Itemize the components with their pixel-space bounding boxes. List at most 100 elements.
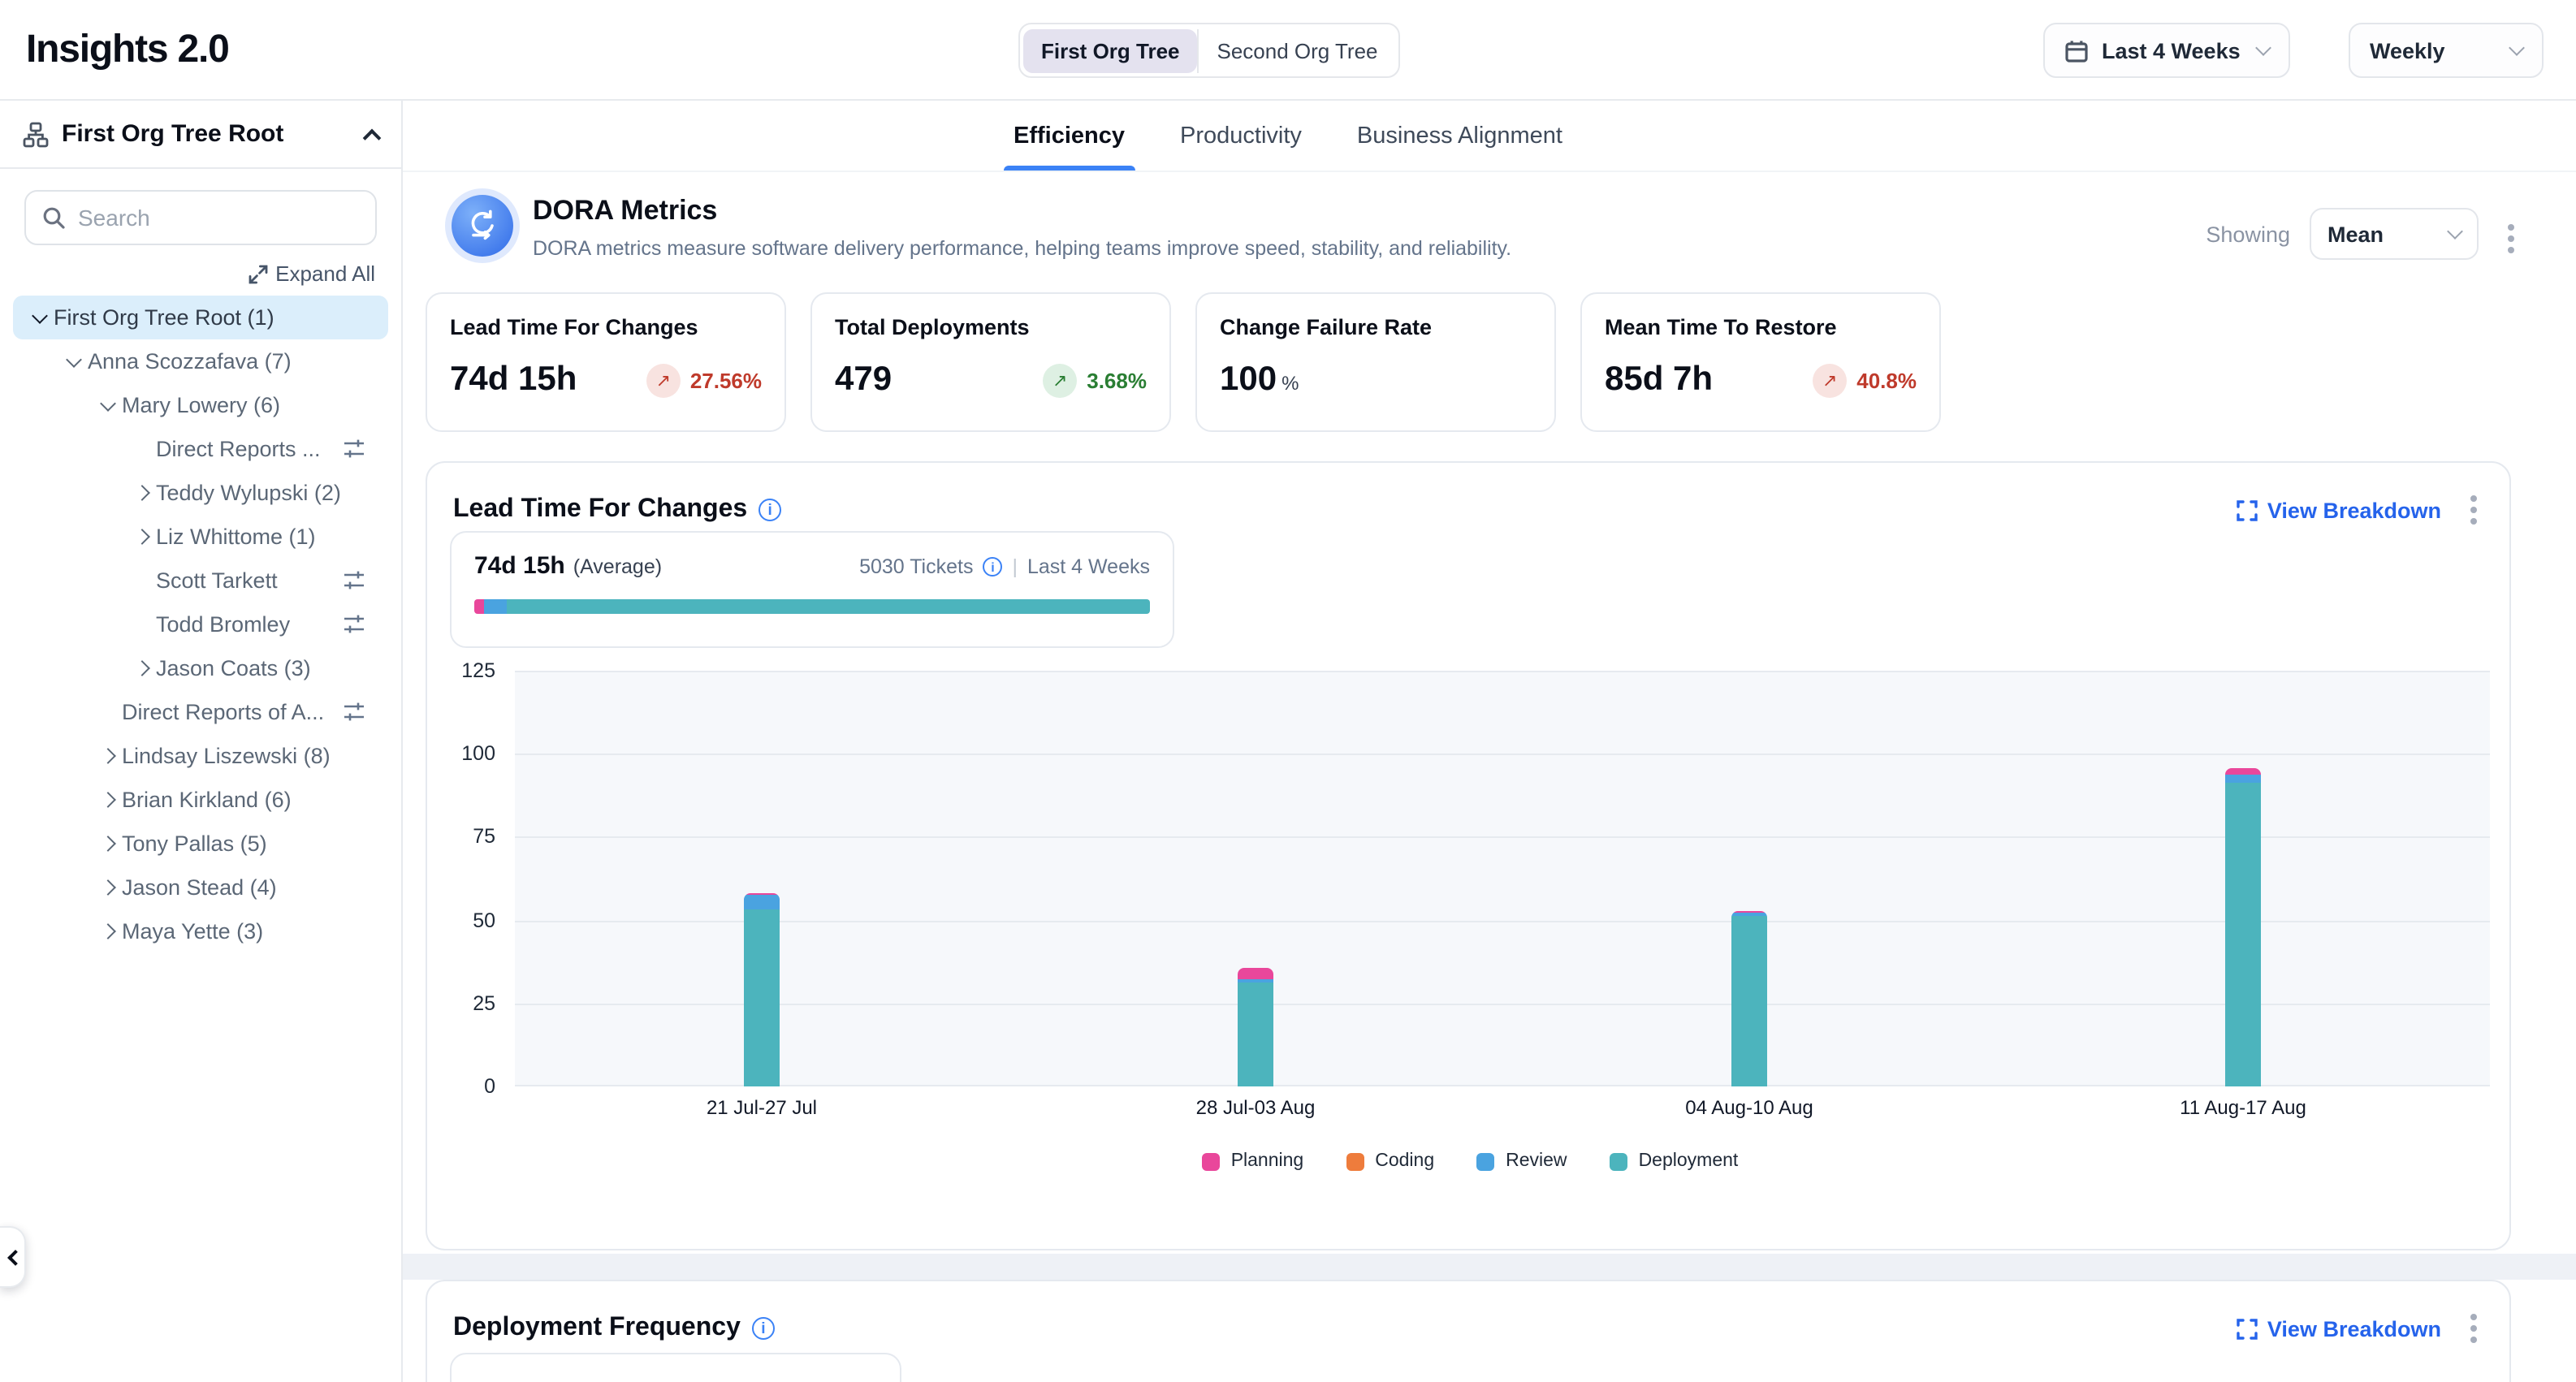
chevron-down-icon <box>2509 40 2525 56</box>
info-icon[interactable]: i <box>983 557 1002 577</box>
metric-card: Mean Time To Restore 85d 7h ↗ 40.8% <box>1580 292 1941 432</box>
x-tick-label: 04 Aug-10 Aug <box>1502 1096 1996 1119</box>
search-input[interactable] <box>78 205 338 231</box>
deployment-summary-card <box>450 1353 901 1382</box>
dora-menu-button[interactable] <box>2501 218 2521 260</box>
tree-item-label: Brian Kirkland (6) <box>122 788 292 812</box>
tree-item[interactable]: Direct Reports of A... <box>13 690 388 734</box>
tree-item[interactable]: Direct Reports ... <box>13 427 388 471</box>
summary-range: Last 4 Weeks <box>1027 555 1150 578</box>
legend-swatch <box>1610 1152 1627 1170</box>
tree-chevron-icon[interactable] <box>128 531 156 542</box>
lead-time-menu-button[interactable] <box>2464 489 2483 531</box>
legend-swatch <box>1346 1152 1364 1170</box>
aggregation-select[interactable]: Mean <box>2310 208 2479 260</box>
trend-badge: ↗ 27.56% <box>646 363 762 397</box>
view-breakdown-link[interactable]: View Breakdown <box>2237 498 2441 522</box>
view-breakdown-link[interactable]: View Breakdown <box>2237 1316 2441 1341</box>
deployment-frequency-title: Deployment Frequency <box>453 1314 741 1343</box>
filters-icon[interactable] <box>343 570 365 591</box>
metric-card: Lead Time For Changes 74d 15h ↗ 27.56% <box>426 292 786 432</box>
info-icon[interactable]: i <box>752 1317 775 1340</box>
tree-chevron-icon[interactable] <box>94 882 122 893</box>
bar-segment-deployment <box>1731 916 1767 1086</box>
bar-group <box>1502 671 1996 1086</box>
tree-chevron-icon[interactable] <box>26 313 54 322</box>
org-tree: First Org Tree Root (1) Anna Scozzafava … <box>0 296 401 953</box>
lead-time-title: Lead Time For Changes <box>453 495 747 525</box>
tree-item[interactable]: Teddy Wylupski (2) <box>13 471 388 515</box>
legend-item-review[interactable]: Review <box>1476 1151 1567 1171</box>
section-gap <box>403 1254 2576 1280</box>
tree-item[interactable]: Todd Bromley <box>13 602 388 646</box>
legend-item-deployment[interactable]: Deployment <box>1610 1151 1739 1171</box>
tree-item[interactable]: First Org Tree Root (1) <box>13 296 388 339</box>
tree-item[interactable]: Maya Yette (3) <box>13 909 388 953</box>
metric-title: Lead Time For Changes <box>450 315 762 339</box>
tab[interactable]: Business Alignment <box>1357 101 1562 171</box>
deployment-menu-button[interactable] <box>2464 1307 2483 1350</box>
filters-icon[interactable] <box>343 438 365 460</box>
tree-item[interactable]: Mary Lowery (6) <box>13 383 388 427</box>
tree-item[interactable]: Liz Whittome (1) <box>13 515 388 559</box>
expand-all-label: Expand All <box>275 261 375 286</box>
aggregation-value: Mean <box>2327 222 2384 246</box>
stacked-bar <box>1238 969 1273 1086</box>
trend-delta: 27.56% <box>690 368 762 392</box>
bar-segment-planning <box>2225 768 2261 774</box>
x-tick-label: 28 Jul-03 Aug <box>1009 1096 1502 1119</box>
granularity-select[interactable]: Weekly <box>2349 23 2544 78</box>
tab[interactable]: Efficiency <box>1014 101 1125 171</box>
org-tree-toggle: First Org Tree Second Org Tree <box>1018 23 1401 78</box>
tree-item[interactable]: Anna Scozzafava (7) <box>13 339 388 383</box>
tree-item-label: Scott Tarkett <box>156 568 278 593</box>
tree-chevron-icon[interactable] <box>94 838 122 849</box>
metric-tabs: Efficiency Productivity Business Alignme… <box>403 101 2576 172</box>
trend-badge: ↗ 3.68% <box>1043 363 1147 397</box>
y-tick-label: 125 <box>427 659 495 682</box>
tree-chevron-icon[interactable] <box>94 794 122 805</box>
tree-chevron-icon[interactable] <box>128 663 156 674</box>
filters-icon[interactable] <box>343 702 365 723</box>
stacked-bar <box>744 892 780 1086</box>
tree-item[interactable]: Jason Stead (4) <box>13 866 388 909</box>
tree-chevron-icon[interactable] <box>94 926 122 937</box>
tree-chevron-icon[interactable] <box>128 487 156 499</box>
bar-segment-review <box>744 896 780 910</box>
separator: | <box>1012 555 1018 578</box>
tree-item[interactable]: Lindsay Liszewski (8) <box>13 734 388 778</box>
org-tree-sidebar: First Org Tree Root Expand All First Org… <box>0 101 403 1382</box>
metric-card: Total Deployments 479 ↗ 3.68% <box>810 292 1171 432</box>
tree-item-label: Direct Reports of A... <box>122 700 324 724</box>
tree-item-label: Anna Scozzafava (7) <box>88 349 292 374</box>
tree-item[interactable]: Jason Coats (3) <box>13 646 388 690</box>
y-axis: 0255075100125 <box>427 671 495 1086</box>
chevron-down-icon <box>2255 40 2271 56</box>
phase-segment-review <box>484 599 508 614</box>
collapse-section-icon[interactable] <box>363 128 382 147</box>
tree-chevron-icon[interactable] <box>60 357 88 365</box>
tree-item[interactable]: Scott Tarkett <box>13 559 388 602</box>
expand-all-button[interactable]: Expand All <box>26 261 375 286</box>
legend-item-planning[interactable]: Planning <box>1202 1151 1304 1171</box>
ticket-count: 5030 Tickets <box>859 555 973 578</box>
tree-chevron-icon[interactable] <box>94 750 122 762</box>
legend-item-coding[interactable]: Coding <box>1346 1151 1434 1171</box>
plot-area <box>515 671 2490 1086</box>
x-tick-label: 21 Jul-27 Jul <box>515 1096 1009 1119</box>
bar-segment-planning <box>1238 969 1273 979</box>
tree-item-label: Direct Reports ... <box>156 437 321 461</box>
tree-item[interactable]: Brian Kirkland (6) <box>13 778 388 822</box>
tree-chevron-icon[interactable] <box>94 401 122 409</box>
org-tree-toggle-option[interactable]: First Org Tree <box>1023 28 1198 72</box>
tab[interactable]: Productivity <box>1180 101 1302 171</box>
trend-delta: 3.68% <box>1087 368 1147 392</box>
filters-icon[interactable] <box>343 614 365 635</box>
date-range-select[interactable]: Last 4 Weeks <box>2043 23 2290 78</box>
sidebar-collapse-handle[interactable] <box>0 1226 26 1288</box>
phase-distribution-bar <box>474 599 1150 614</box>
info-icon[interactable]: i <box>759 499 781 521</box>
org-tree-toggle-option[interactable]: Second Org Tree <box>1198 28 1396 72</box>
tree-item[interactable]: Tony Pallas (5) <box>13 822 388 866</box>
y-tick-label: 25 <box>427 992 495 1015</box>
